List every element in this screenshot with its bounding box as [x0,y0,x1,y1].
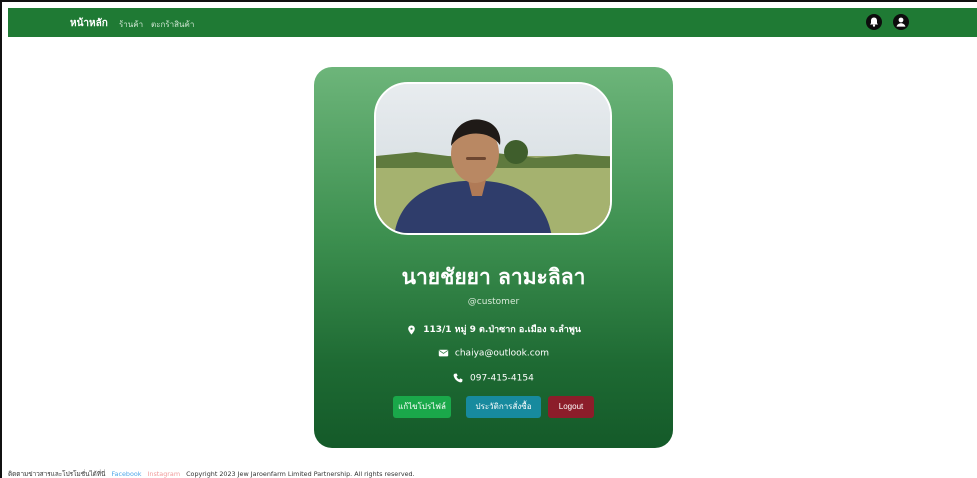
copyright-text: Copyright 2023 Jew Jaroenfarm Limited Pa… [186,470,415,478]
email-text: chaiya@outlook.com [454,348,549,359]
user-icon[interactable] [893,14,909,30]
instagram-link[interactable]: Instagram [148,470,181,478]
map-marker-icon [406,325,417,335]
profile-username: @customer [467,297,520,307]
footer-contact-text: ติดตามข่าวสารและโปรโมชั่นได้ที่นี่ [8,470,106,478]
footer: ติดตามข่าวสารและโปรโมชั่นได้ที่นี่ Faceb… [8,469,415,478]
nav-shop-link[interactable]: ร้านค้า [119,18,143,31]
nav-home-link[interactable]: หน้าหลัก [70,16,108,31]
nav-cart-link[interactable]: ตะกร้าสินค้า [151,18,194,31]
facebook-link[interactable]: Facebook [111,470,141,478]
phone-text: 097-415-4154 [470,373,534,384]
order-history-button[interactable]: ประวัติการสั่งซื้อ [466,396,541,418]
phone-row: 097-415-4154 [314,373,673,384]
address-row: 113/1 หมู่ 9 ต.ป่าซาก อ.เมือง จ.ลำพูน [314,322,673,336]
logout-button[interactable]: Logout [548,396,594,418]
profile-photo [374,82,612,235]
envelope-icon [438,348,449,358]
edit-profile-button[interactable]: แก้ไขโปรไฟล์ [393,396,451,418]
address-text: 113/1 หมู่ 9 ต.ป่าซาก อ.เมือง จ.ลำพูน [423,325,581,335]
email-row: chaiya@outlook.com [314,348,673,359]
profile-name: นายชัยยา ลามะลิลา [401,265,586,289]
phone-icon [453,373,464,383]
top-navbar: หน้าหลัก ร้านค้า ตะกร้าสินค้า [8,8,977,37]
bell-icon[interactable] [866,14,882,30]
